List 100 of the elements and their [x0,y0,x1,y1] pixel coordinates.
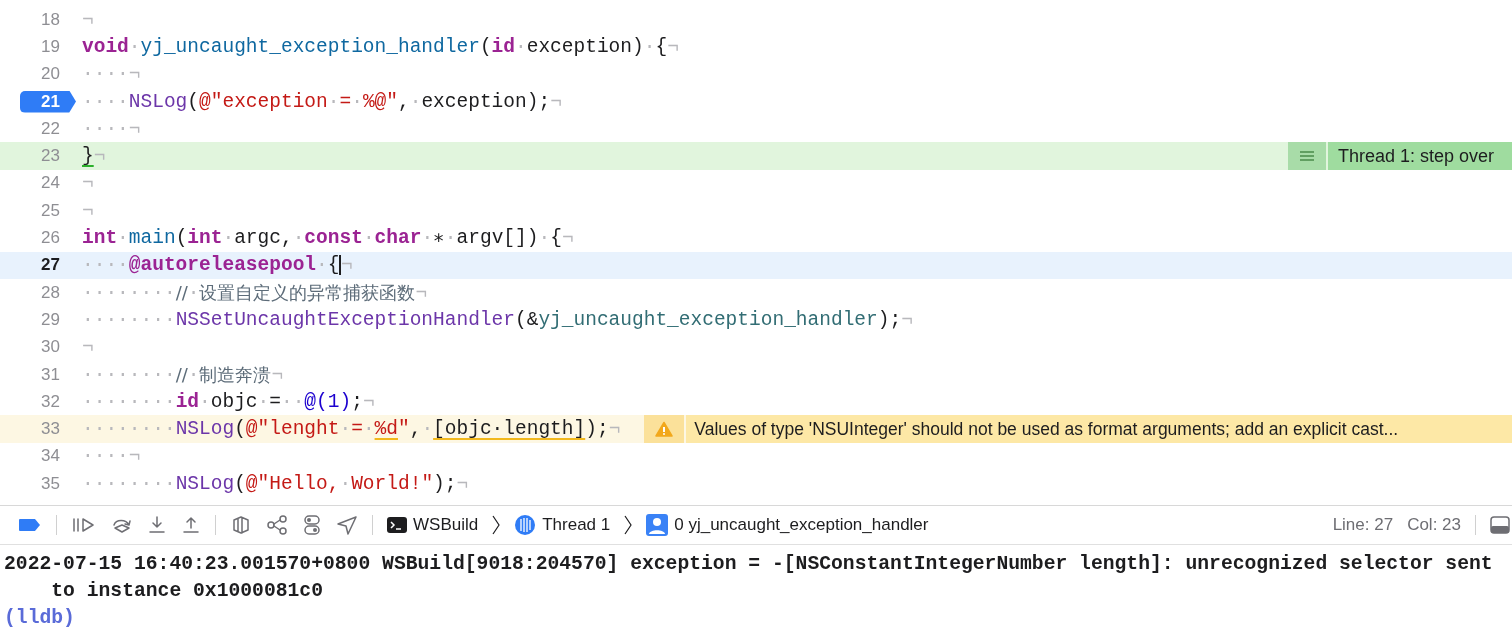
whitespace-marker: ·· [280,390,305,413]
whitespace-marker: · [421,227,434,249]
layers-icon[interactable] [230,515,252,535]
code-token: %d [374,418,398,441]
whitespace-marker: ¬ [901,308,913,331]
code-token: { [550,227,562,249]
whitespace-marker: ········ [82,472,176,495]
breadcrumb-item[interactable]: 0 yj_uncaught_exception_handler [646,514,929,536]
whitespace-marker: · [515,35,527,58]
line-number: 19 [41,35,61,58]
whitespace-marker: · [444,227,457,249]
warning-message: Values of type 'NSUInteger' should not be used as format arguments; add an explicit cast... [686,415,1512,443]
code-token: ); [877,308,902,331]
line-number: 20 [41,63,61,86]
code-token: id [175,390,200,413]
line-number: 28 [41,281,61,304]
code-token: NSLog [175,418,235,441]
whitespace-marker: ····¬ [82,445,141,468]
code-token: exception) [526,35,644,58]
code-token: NSLog [175,472,235,495]
warning-icon [655,421,674,438]
whitespace-marker: ¬ [271,363,284,386]
whitespace-marker: · [316,254,328,277]
whitespace-marker: ¬ [456,472,469,495]
code-token: 制造奔溃 [199,362,272,387]
code-token: = [269,390,281,413]
lldb-prompt: (lldb) [4,606,76,631]
whitespace-marker: ¬ [561,227,574,249]
code-token: [objc·length] [433,418,586,441]
whitespace-marker: · [128,35,141,58]
code-token: = [351,418,363,441]
toggles-icon[interactable] [302,514,322,536]
line-number: 34 [41,445,61,468]
whitespace-marker: ···· [82,254,129,277]
code-token: ( [175,227,188,249]
annotation-icon-button[interactable] [1287,142,1326,170]
line-number: 35 [41,472,61,495]
whitespace-marker: ¬ [362,390,375,413]
whitespace-marker: · [117,227,129,249]
code-token: NSLog [128,90,188,113]
code-token: , [409,418,422,441]
code-token: %@" [362,90,398,113]
console-toggle-icon[interactable] [1490,515,1510,535]
code-token: ( [479,35,492,58]
continue-icon[interactable] [71,516,97,534]
line-number: 29 [41,308,61,331]
line-number: 24 [41,172,61,195]
whitespace-marker: · [362,418,375,441]
code-token: World!" [351,472,434,495]
whitespace-marker: ¬ [82,199,94,222]
code-token: (& [515,308,539,331]
code-token: int [187,227,223,249]
whitespace-marker: ¬ [340,254,353,277]
location-arrow-icon[interactable] [336,515,358,535]
whitespace-marker: · [292,227,305,249]
line-number: 26 [41,227,61,249]
step-into-icon[interactable] [147,515,167,535]
code-token: { [327,254,340,277]
code-token: = [339,90,352,113]
code-token: ; [351,390,363,413]
whitespace-marker: · [327,90,340,113]
whitespace-marker: · [351,90,363,113]
code-token: @"Hello, [245,472,340,495]
code-token: { [655,35,668,58]
whitespace-marker: ········ [82,363,176,386]
code-token: // [175,364,188,385]
whitespace-marker: ¬ [93,145,106,168]
code-token: ( [234,472,246,495]
line-number: 33 [41,418,61,441]
code-token: argv[]) [456,227,539,249]
whitespace-marker: ¬ [82,8,94,31]
whitespace-marker: · [187,363,200,386]
graph-icon[interactable] [266,515,288,535]
chevron-icon [624,515,633,535]
line-number: 22 [41,117,61,140]
breakpoints-toggle-icon[interactable] [18,518,42,532]
code-token: exception); [421,90,551,113]
whitespace-marker: · [409,90,422,113]
line-number: 25 [41,199,61,222]
whitespace-marker: · [339,418,352,441]
code-token: @"lenght [245,418,340,441]
chevron-icon [492,515,501,535]
line-number: 18 [41,8,61,31]
whitespace-marker: ········ [82,390,176,413]
code-token: void [82,35,129,58]
code-token: " [398,418,410,441]
breadcrumb-item[interactable]: WSBuild [387,515,479,535]
whitespace-marker: ¬ [82,336,94,359]
whitespace-marker: · [643,35,656,58]
whitespace-marker: ········ [82,308,176,331]
thread-icon [514,514,537,536]
column-indicator: Col: 23 [1407,515,1461,535]
breadcrumb-item[interactable]: Thread 1 [514,514,611,536]
step-out-icon[interactable] [181,515,201,535]
code-token: @(1) [304,390,352,413]
whitespace-marker: · [421,418,434,441]
breakpoint-marker[interactable]: 21 [20,90,76,113]
code-token: ); [585,418,609,441]
whitespace-marker: ···· [82,90,129,113]
code-token: ); [433,472,457,495]
